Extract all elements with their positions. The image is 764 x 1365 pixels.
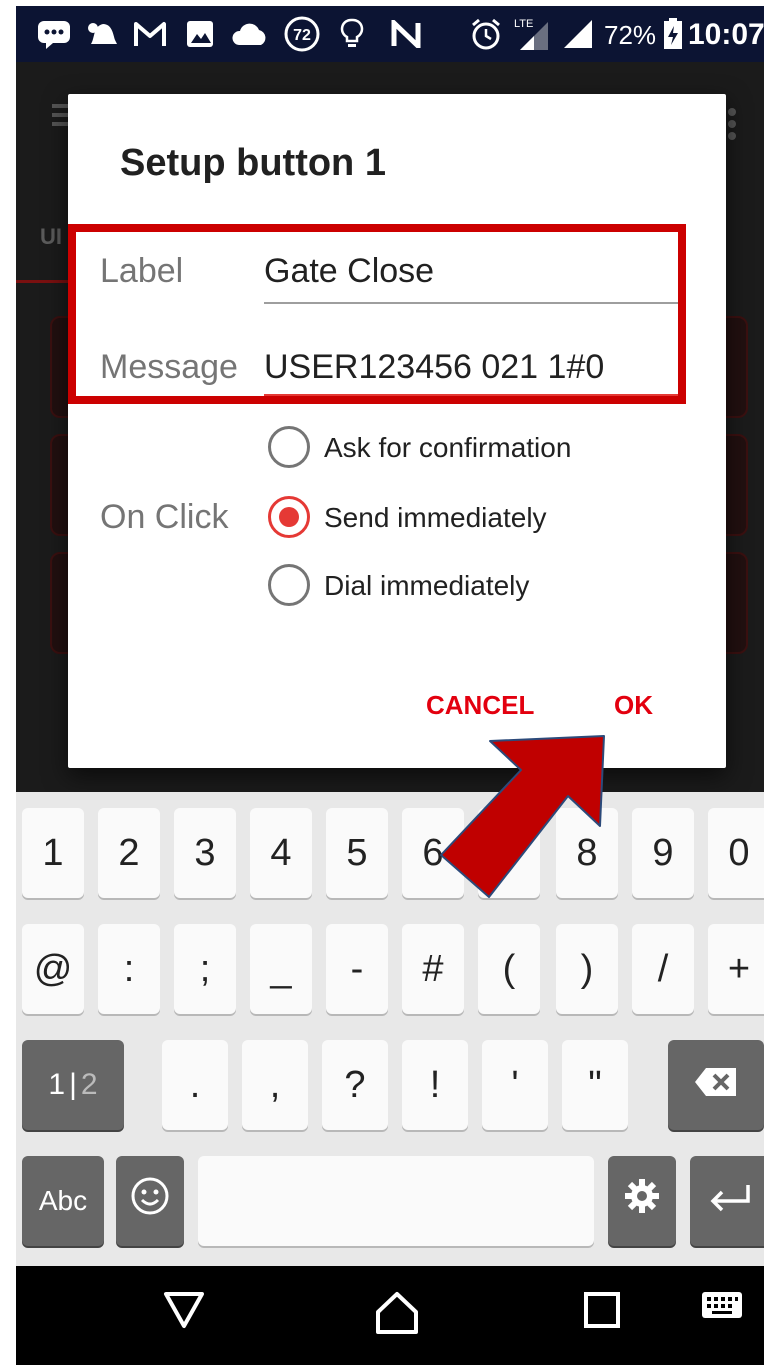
key[interactable]: ": [562, 1040, 628, 1130]
backspace-icon: [694, 1064, 738, 1107]
key[interactable]: 9: [632, 808, 694, 898]
signal-icon: [560, 18, 596, 50]
key[interactable]: 3: [174, 808, 236, 898]
key[interactable]: _: [250, 924, 312, 1014]
radio-send-immediately[interactable]: [268, 496, 310, 538]
radio-label-ask-for-confirmation[interactable]: Ask for confirmation: [324, 432, 571, 464]
key[interactable]: 1: [22, 808, 84, 898]
home-icon[interactable]: [374, 1290, 420, 1336]
symbols-toggle-secondary: 2: [80, 1068, 98, 1101]
lte-signal-icon: LTE: [512, 18, 552, 50]
backspace-key[interactable]: [668, 1040, 764, 1130]
clock-time: 10:07: [688, 18, 764, 51]
settings-icon: [622, 1176, 662, 1226]
radio-ask-for-confirmation[interactable]: [268, 426, 310, 468]
key[interactable]: 0: [708, 808, 764, 898]
gmail-icon: [130, 18, 170, 50]
setup-button-dialog: Setup button 1 Label Gate Close Message …: [68, 94, 726, 768]
key[interactable]: 5: [326, 808, 388, 898]
emoji-key[interactable]: [116, 1156, 184, 1246]
key[interactable]: @: [22, 924, 84, 1014]
key[interactable]: ?: [322, 1040, 388, 1130]
enter-icon: [708, 1180, 752, 1223]
key[interactable]: 6: [402, 808, 464, 898]
battery-charging-icon: [662, 18, 684, 50]
svg-text:72: 72: [293, 27, 311, 44]
highlight-box: [68, 224, 686, 404]
space-bar[interactable]: [198, 1156, 594, 1246]
cancel-button[interactable]: CANCEL: [426, 690, 534, 721]
radio-dial-immediately[interactable]: [268, 564, 310, 606]
key[interactable]: !: [402, 1040, 468, 1130]
enter-key[interactable]: [690, 1156, 764, 1246]
status-bar: 72 LTE 72% 10:07: [16, 6, 764, 62]
symbols-toggle-primary: 1: [48, 1068, 66, 1101]
symbols-toggle-divider: |: [69, 1068, 77, 1101]
on-click-label: On Click: [100, 498, 229, 536]
key[interactable]: #: [402, 924, 464, 1014]
tab-indicator: [16, 280, 76, 283]
radio-label-dial-immediately[interactable]: Dial immediately: [324, 570, 529, 602]
n-logo-icon: [388, 18, 424, 50]
alpha-keyboard-key[interactable]: Abc: [22, 1156, 104, 1246]
svg-text:LTE: LTE: [514, 18, 533, 30]
key[interactable]: (: [478, 924, 540, 1014]
key[interactable]: -: [326, 924, 388, 1014]
overflow-menu-icon: [728, 108, 736, 116]
message-icon: [34, 18, 74, 50]
phone-screen: 72 LTE 72% 10:07 UI Setup button 1 Label…: [16, 6, 764, 1365]
cloud-icon: [230, 18, 270, 50]
key[interactable]: ,: [242, 1040, 308, 1130]
key[interactable]: :: [98, 924, 160, 1014]
key[interactable]: ): [556, 924, 618, 1014]
notification-bell-icon: [82, 18, 122, 50]
key[interactable]: +: [708, 924, 764, 1014]
temperature-badge-icon: 72: [282, 16, 322, 52]
numeric-keyboard: 1 2 3 4 5 6 7 8 9 0 @ : ; _ - # ( ) / + …: [16, 792, 764, 1266]
keyboard-switch-icon[interactable]: [700, 1290, 744, 1322]
recent-apps-icon[interactable]: [582, 1290, 622, 1330]
image-icon: [182, 18, 218, 50]
key[interactable]: ': [482, 1040, 548, 1130]
navigation-bar: [16, 1266, 764, 1365]
symbols-toggle-key[interactable]: 1 | 2: [22, 1040, 124, 1130]
key[interactable]: 8: [556, 808, 618, 898]
key[interactable]: ;: [174, 924, 236, 1014]
key[interactable]: 4: [250, 808, 312, 898]
key[interactable]: .: [162, 1040, 228, 1130]
app-tab-label: UI: [40, 224, 62, 249]
key[interactable]: 7: [478, 808, 540, 898]
emoji-icon: [130, 1176, 170, 1226]
ok-button[interactable]: OK: [614, 690, 653, 721]
alarm-icon: [468, 18, 504, 50]
back-icon[interactable]: [162, 1290, 206, 1330]
key[interactable]: 2: [98, 808, 160, 898]
lightbulb-icon: [336, 18, 368, 50]
battery-percent: 72%: [604, 20, 657, 50]
radio-label-send-immediately[interactable]: Send immediately: [324, 502, 547, 534]
dialog-title: Setup button 1: [120, 142, 386, 184]
key[interactable]: /: [632, 924, 694, 1014]
keyboard-settings-key[interactable]: [608, 1156, 676, 1246]
